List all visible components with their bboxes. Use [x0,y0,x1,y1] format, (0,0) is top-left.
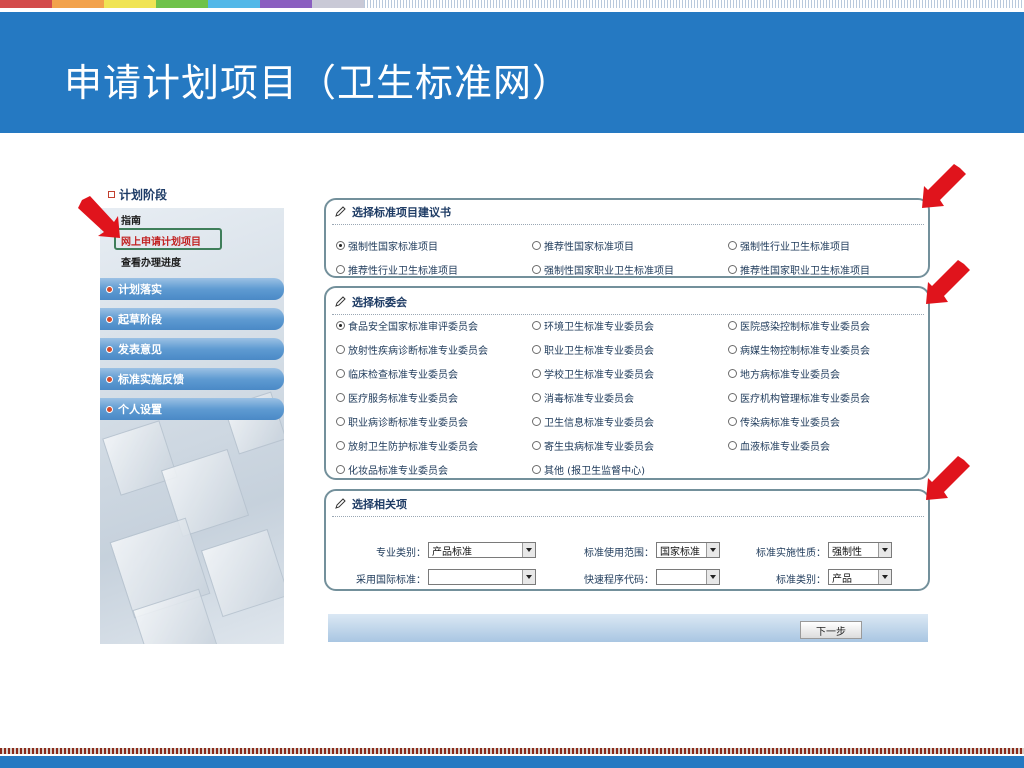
menu-item-settings[interactable]: 个人设置 [100,398,284,420]
slide: 申请计划项目（卫生标准网） 计划阶段 指南 网上申请计划项目 查看办理进度 计划… [0,0,1024,768]
sub-link-progress[interactable]: 查看办理进度 [121,254,181,269]
red-arrow-icon [926,456,970,500]
menu-bullet-icon [106,315,113,323]
stage-heading-label: 计划阶段 [119,188,168,202]
footer-rule [0,748,1024,754]
menu-bullet-icon [106,285,113,293]
header-band: 申请计划项目（卫生标准网） [0,12,1024,133]
slide-title: 申请计划项目（卫生标准网） [64,61,572,105]
menu-bullet-icon [106,405,113,413]
red-arrow-icon [922,164,966,208]
highlight-frame-committee [324,286,930,480]
menu-item-comments[interactable]: 发表意见 [100,338,284,360]
left-nav-background [100,208,284,644]
red-arrow-icon [926,260,970,304]
highlight-frame-related [324,489,930,591]
menu-item-plan-implementation[interactable]: 计划落实 [100,278,284,300]
next-step-button[interactable]: 下一步 [800,621,862,639]
menu-bullet-icon [106,375,113,383]
highlight-frame-proposal [324,198,930,278]
menu-bullet-icon [106,345,113,353]
sub-link-apply[interactable]: 网上申请计划项目 [121,233,201,248]
red-arrow-icon [78,196,120,238]
menu-item-drafting[interactable]: 起草阶段 [100,308,284,330]
menu-item-feedback[interactable]: 标准实施反馈 [100,368,284,390]
color-strip [0,0,1024,12]
sub-link-guide[interactable]: 指南 [121,212,141,227]
left-nav-panel: 计划阶段 指南 网上申请计划项目 查看办理进度 计划落实 起草阶段 发表意见 标… [100,178,284,644]
footer-band [0,756,1024,768]
